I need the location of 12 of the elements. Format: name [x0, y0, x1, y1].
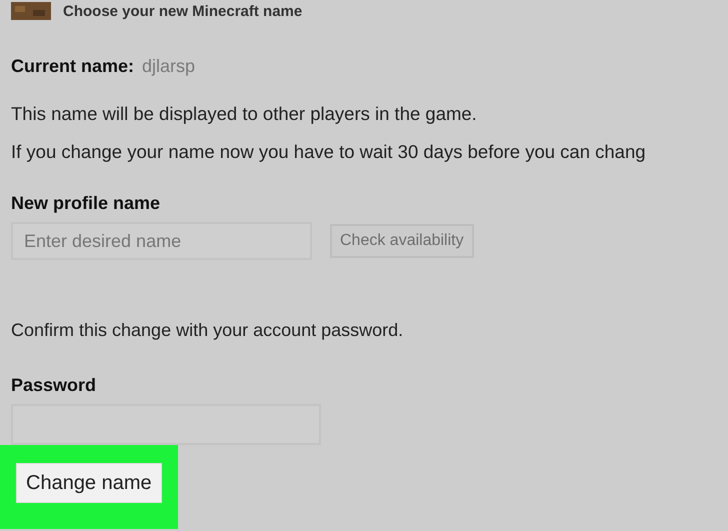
info-text: If you change your name now you have to wait 30 days before you can chang	[11, 140, 647, 164]
block-icon	[11, 2, 51, 20]
field-label: New profile name	[11, 193, 162, 214]
change-name-button[interactable]: Change name	[16, 463, 162, 503]
field-label: Password	[11, 375, 98, 396]
current-name-value: djlarsp	[142, 56, 196, 77]
confirm-text: Confirm this change with your account password.	[11, 320, 404, 341]
info-text: This name will be displayed to other players in the game.	[11, 102, 478, 126]
name-input-field[interactable]: Enter desired name	[11, 222, 312, 260]
page-title: Choose your new Minecraft name	[63, 2, 302, 20]
password-input-field[interactable]	[11, 404, 321, 445]
current-name-label: Current name:	[11, 56, 134, 77]
